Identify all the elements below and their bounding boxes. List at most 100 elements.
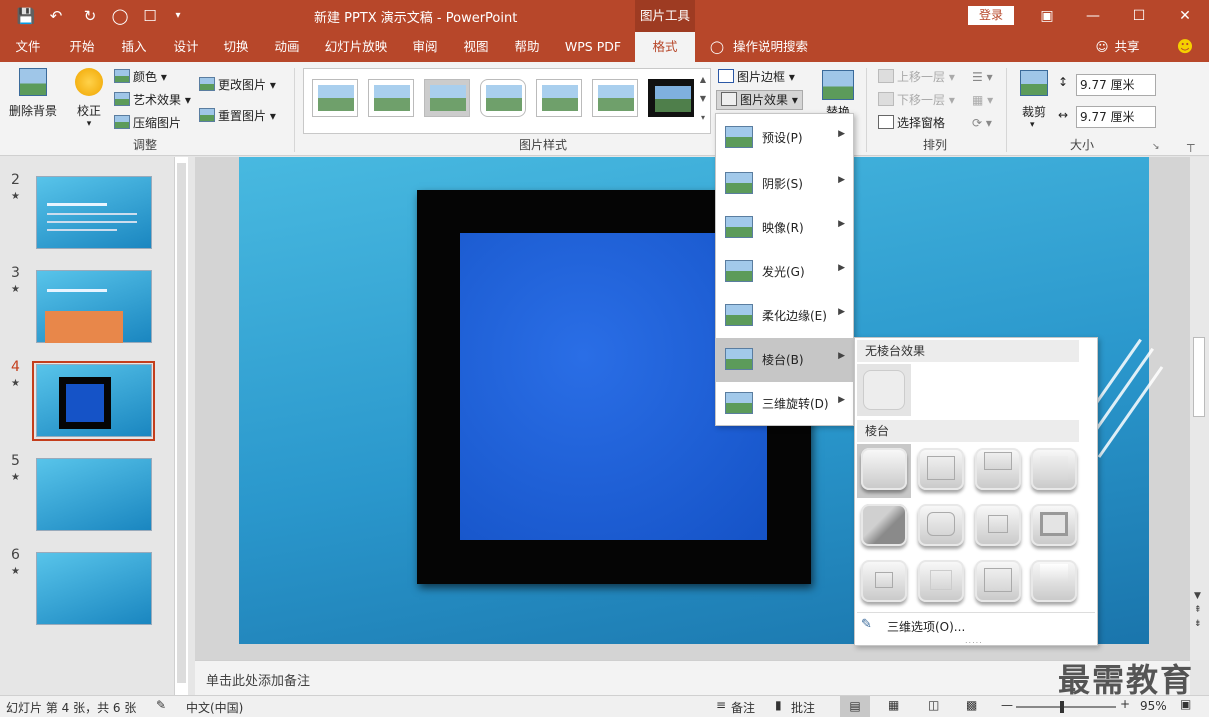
bevel-option[interactable] (975, 560, 1021, 602)
bevel-option[interactable] (975, 504, 1021, 546)
change-picture-button[interactable]: 更改图片 ▾ (199, 76, 276, 94)
bevel-option[interactable] (975, 448, 1021, 490)
slide-sorter-icon[interactable]: ▦ (888, 698, 899, 712)
reset-picture-button[interactable]: 重置图片 ▾ (199, 107, 276, 125)
tab-slideshow[interactable]: 幻灯片放映 (318, 32, 394, 62)
width-field[interactable]: 9.77 厘米 (1076, 106, 1156, 128)
dialog-launcher-icon[interactable]: ↘ (1152, 142, 1160, 152)
bevel-option[interactable] (861, 560, 907, 602)
scroll-buttons[interactable]: ▼ ⇞ ⇟ (1194, 589, 1202, 631)
bevel-option[interactable] (861, 504, 907, 546)
editor-scrollbar[interactable]: ▼ ⇞ ⇟ (1190, 157, 1209, 660)
bevel-option[interactable] (918, 448, 964, 490)
zoom-slider[interactable] (1016, 701, 1116, 713)
style-thumb[interactable] (368, 79, 414, 117)
redo-icon[interactable]: ↻ (80, 6, 100, 26)
notes-toggle[interactable]: 备注 (731, 699, 755, 716)
picture-border-button[interactable]: 图片边框 ▾ (718, 68, 795, 86)
zoom-out-icon[interactable]: — (1001, 698, 1013, 712)
menu-item-3d-rotation[interactable]: 三维旋转(D) ▶ (716, 382, 853, 426)
present-icon[interactable]: ◯ (110, 6, 130, 26)
close-icon[interactable]: ✕ (1162, 0, 1208, 32)
bevel-option[interactable] (918, 504, 964, 546)
artistic-effects-button[interactable]: 艺术效果 ▾ (114, 91, 191, 109)
tab-insert[interactable]: 插入 (112, 32, 156, 62)
spellcheck-icon[interactable]: ✎ (156, 698, 166, 712)
tab-view[interactable]: 视图 (454, 32, 498, 62)
height-field[interactable]: 9.77 厘米 (1076, 74, 1156, 96)
compress-pictures-button[interactable]: 压缩图片 (114, 114, 181, 132)
slide-thumb[interactable] (36, 270, 152, 343)
tab-review[interactable]: 审阅 (403, 32, 447, 62)
tab-file[interactable]: 文件 (6, 32, 50, 62)
login-button[interactable]: 登录 (968, 6, 1014, 25)
3d-options-button[interactable]: 三维选项(O)... (887, 618, 965, 635)
comments-toggle[interactable]: 批注 (791, 699, 815, 716)
tab-design[interactable]: 设计 (164, 32, 208, 62)
menu-item-shadow[interactable]: 阴影(S) ▶ (716, 162, 853, 206)
color-button[interactable]: 颜色 ▾ (114, 68, 167, 86)
style-thumb[interactable] (424, 79, 470, 117)
thumbnail-scrollbar[interactable] (174, 157, 188, 695)
reading-view-icon[interactable]: ◫ (928, 698, 939, 712)
ribbon-display-icon[interactable]: ▣ (1024, 0, 1070, 32)
rotate-icon[interactable]: ⟳ ▾ (972, 114, 992, 132)
remove-background-label: 删除背景 (8, 104, 57, 118)
bevel-option[interactable] (918, 560, 964, 602)
save-icon[interactable]: 💾 (16, 6, 36, 26)
tab-format[interactable]: 格式 (635, 32, 695, 62)
pin-icon[interactable]: ⊤ (1186, 142, 1196, 155)
no-bevel-option[interactable] (857, 364, 911, 416)
tab-transitions[interactable]: 切换 (214, 32, 258, 62)
slideshow-icon[interactable]: ▩ (966, 698, 977, 712)
zoom-in-icon[interactable]: + (1120, 697, 1130, 711)
remove-background-button[interactable]: 删除背景 (8, 68, 58, 128)
tab-wps-pdf[interactable]: WPS PDF (558, 32, 628, 62)
picture-effects-button[interactable]: 图片效果 ▾ (716, 90, 803, 110)
slide-thumb[interactable] (36, 176, 152, 249)
tab-home[interactable]: 开始 (60, 32, 104, 62)
maximize-icon[interactable]: ☐ (1116, 0, 1162, 32)
menu-item-reflection[interactable]: 映像(R) ▶ (716, 206, 853, 250)
bevel-option[interactable] (1031, 504, 1077, 546)
bevel-option[interactable] (861, 448, 907, 490)
slide-thumb[interactable] (36, 458, 152, 531)
selection-pane-button[interactable]: 选择窗格 (878, 114, 945, 132)
style-thumb[interactable] (592, 79, 638, 117)
new-file-icon[interactable]: ☐ (140, 6, 160, 26)
menu-item-bevel[interactable]: 棱台(B) ▶ (716, 338, 853, 382)
tab-animations[interactable]: 动画 (265, 32, 309, 62)
bevel-option[interactable] (1031, 560, 1077, 602)
menu-item-soft-edges[interactable]: 柔化边缘(E) ▶ (716, 294, 853, 338)
crop-button[interactable]: 裁剪 (1022, 103, 1046, 121)
align-icon[interactable]: ☰ ▾ (972, 68, 993, 86)
language-status[interactable]: 中文(中国) (186, 699, 243, 716)
minimize-icon[interactable]: — (1070, 0, 1116, 32)
undo-icon[interactable]: ↶ (46, 6, 66, 26)
menu-item-preset[interactable]: 预设(P) ▶ (716, 116, 853, 160)
bevel-option[interactable] (1031, 448, 1077, 490)
correct-button[interactable]: 校正 ▾ (70, 68, 108, 134)
fit-slide-icon[interactable]: ▣ (1180, 697, 1191, 711)
tab-help[interactable]: 帮助 (505, 32, 549, 62)
smiley-icon[interactable]: ☻ (1174, 32, 1196, 62)
style-thumb[interactable] (648, 79, 694, 117)
group-icon[interactable]: ▦ ▾ (972, 91, 993, 109)
customize-qat-icon[interactable]: ▾ (168, 6, 188, 26)
notes-pane[interactable]: 单击此处添加备注 (195, 660, 1190, 695)
style-thumb[interactable] (480, 79, 526, 117)
send-backward-button[interactable]: 下移一层 ▾ (878, 91, 955, 109)
menu-item-glow[interactable]: 发光(G) ▶ (716, 250, 853, 294)
slide-thumb[interactable] (36, 552, 152, 625)
notes-icon: ≡ (716, 698, 727, 712)
gallery-scroll[interactable]: ▲ ▼ ▾ (697, 70, 709, 128)
bring-forward-button[interactable]: 上移一层 ▾ (878, 68, 955, 86)
share-button[interactable]: 共享 (1112, 32, 1142, 62)
slide-thumb-selected[interactable] (36, 364, 152, 437)
style-thumb[interactable] (536, 79, 582, 117)
style-thumb[interactable] (312, 79, 358, 117)
normal-view-icon[interactable]: ▤ (840, 696, 870, 717)
resize-grip-icon[interactable]: ..... (965, 636, 983, 645)
tell-me-search[interactable]: 操作说明搜索 (733, 32, 819, 62)
zoom-level[interactable]: 95% (1140, 699, 1167, 713)
